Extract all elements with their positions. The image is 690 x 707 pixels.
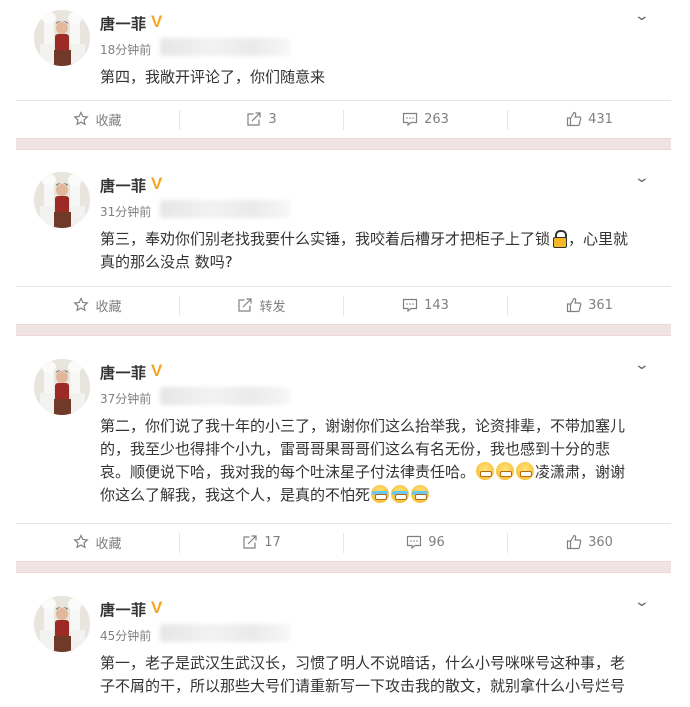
blurred-source xyxy=(160,38,290,56)
comment-icon xyxy=(402,112,418,127)
grin-emoji-icon xyxy=(476,462,495,480)
verified-icon: V xyxy=(151,361,163,380)
verified-icon: V xyxy=(151,598,163,617)
share-icon xyxy=(247,112,261,126)
mention-link[interactable]: 凌潇肃，谢谢 xyxy=(535,463,625,481)
laugh-cry-emoji-icon xyxy=(371,485,390,503)
avatar[interactable] xyxy=(34,596,90,652)
post-1: 唐一菲 V 18分钟前 ⌄ 第四，我敞开评论了，你们随意来 收藏 3 263 4… xyxy=(0,0,690,150)
verified-icon: V xyxy=(151,174,163,193)
post-text: 第一，老子是武汉生武汉长，习惯了明人不说暗话，什么小号咪咪号这种事，老 子不屑的… xyxy=(100,652,660,698)
star-icon xyxy=(73,534,90,549)
avatar[interactable] xyxy=(34,10,90,66)
text-segment: 第三，奉劝你们别老找我要什么实锤，我咬着后槽牙才把柜子上了锁 xyxy=(100,230,551,248)
verified-icon: V xyxy=(151,12,163,31)
post-2: 唐一菲 V 31分钟前 ⌄ 第三，奉劝你们别老找我要什么实锤，我咬着后槽牙才把柜… xyxy=(0,162,690,322)
author-name[interactable]: 唐一菲 xyxy=(100,175,147,196)
favorite-button[interactable]: 收藏 xyxy=(16,287,179,323)
like-count: 360 xyxy=(588,534,613,550)
favorite-label: 收藏 xyxy=(95,113,122,129)
author-name[interactable]: 唐一菲 xyxy=(100,362,147,383)
post-text: 第二，你们说了我十年的小三了，谢谢你们这么抬举我，论资排辈，不带加塞儿 的，我至… xyxy=(100,415,660,507)
avatar[interactable] xyxy=(34,172,90,228)
like-button[interactable]: 360 xyxy=(508,524,671,560)
share-icon xyxy=(243,535,257,549)
grin-emoji-icon xyxy=(496,462,515,480)
text-segment: ，心里就 xyxy=(568,230,629,248)
avatar-image xyxy=(34,172,90,228)
lock-emoji-icon xyxy=(552,230,568,248)
comment-button[interactable]: 96 xyxy=(344,524,507,560)
post-text: 第三，奉劝你们别老找我要什么实锤，我咬着后槽牙才把柜子上了锁 ，心里就 真的那么没… xyxy=(100,228,660,274)
laugh-cry-emoji-icon xyxy=(391,485,410,503)
thumbs-up-icon xyxy=(566,534,582,550)
chevron-down-icon[interactable]: ⌄ xyxy=(634,8,650,24)
favorite-button[interactable]: 收藏 xyxy=(16,524,179,560)
like-button[interactable]: 431 xyxy=(508,101,671,137)
post-time[interactable]: 18分钟前 xyxy=(100,41,151,58)
comment-button[interactable]: 263 xyxy=(344,101,507,137)
post-separator xyxy=(16,324,671,336)
repost-label: 转发 xyxy=(259,299,286,315)
chevron-down-icon[interactable]: ⌄ xyxy=(634,594,650,610)
post-text-line: 第一，老子是武汉生武汉长，习惯了明人不说暗话，什么小号咪咪号这种事，老 xyxy=(100,654,626,672)
post-separator xyxy=(16,561,671,573)
avatar-image xyxy=(34,596,90,652)
post-text: 第四，我敞开评论了，你们随意来 xyxy=(100,66,660,89)
comment-icon xyxy=(407,535,422,550)
star-icon xyxy=(73,297,90,312)
share-icon xyxy=(238,298,253,312)
repost-button[interactable]: 17 xyxy=(180,524,343,560)
chevron-down-icon[interactable]: ⌄ xyxy=(634,170,650,186)
text-segment: 哀。顺便说下哈，我对我的每个吐沫星子付法律责任哈。 xyxy=(100,463,476,481)
post-text-line: 第四，我敞开评论了，你们随意来 xyxy=(100,68,326,86)
post-text-line: 真的那么没点 数吗? xyxy=(100,253,233,271)
post-text-line: 的，我至少也得排个小九，雷哥哥果哥哥们这么有名无份，我也感到十分的悲 xyxy=(100,440,611,458)
comment-icon xyxy=(402,298,418,313)
like-button[interactable]: 361 xyxy=(508,287,671,323)
repost-button[interactable]: 3 xyxy=(180,101,343,137)
blurred-source xyxy=(160,624,290,642)
post-3: 唐一菲 V 37分钟前 ⌄ 第二，你们说了我十年的小三了，谢谢你们这么抬举我，论… xyxy=(0,349,690,559)
like-count: 361 xyxy=(588,297,613,313)
comment-count: 96 xyxy=(428,534,445,550)
author-name[interactable]: 唐一菲 xyxy=(100,599,147,620)
avatar[interactable] xyxy=(34,359,90,415)
action-bar: 收藏 转发 143 361 xyxy=(16,286,671,323)
post-time[interactable]: 45分钟前 xyxy=(100,627,151,644)
author-name[interactable]: 唐一菲 xyxy=(100,13,147,34)
favorite-label: 收藏 xyxy=(95,536,122,552)
laugh-cry-emoji-icon xyxy=(411,485,430,503)
chevron-down-icon[interactable]: ⌄ xyxy=(634,357,650,373)
favorite-label: 收藏 xyxy=(95,299,122,315)
post-text-line: 你这么了解我，我这个人，是真的不怕死 xyxy=(100,484,660,507)
avatar-image xyxy=(34,359,90,415)
avatar-image xyxy=(34,10,90,66)
comment-count: 143 xyxy=(424,297,449,313)
comment-count: 263 xyxy=(424,111,449,127)
text-segment: 你这么了解我，我这个人，是真的不怕死 xyxy=(100,486,371,504)
thumbs-up-icon xyxy=(566,297,582,313)
grin-emoji-icon xyxy=(516,462,535,480)
action-bar: 收藏 3 263 431 xyxy=(16,100,671,137)
post-text-line: 第二，你们说了我十年的小三了，谢谢你们这么抬举我，论资排辈，不带加塞儿 xyxy=(100,417,626,435)
repost-count: 3 xyxy=(268,111,277,127)
star-icon xyxy=(73,111,90,126)
comment-button[interactable]: 143 xyxy=(344,287,507,323)
blurred-source xyxy=(160,387,290,405)
like-count: 431 xyxy=(588,111,613,127)
repost-count: 17 xyxy=(264,534,281,550)
favorite-button[interactable]: 收藏 xyxy=(16,101,179,137)
post-time[interactable]: 37分钟前 xyxy=(100,390,151,407)
thumbs-up-icon xyxy=(566,111,582,127)
post-text-line: 第三，奉劝你们别老找我要什么实锤，我咬着后槽牙才把柜子上了锁 ，心里就 xyxy=(100,228,660,251)
post-separator xyxy=(16,138,671,150)
post-4: 唐一菲 V 45分钟前 ⌄ 第一，老子是武汉生武汉长，习惯了明人不说暗话，什么小… xyxy=(0,586,690,707)
post-text-line: 子不屑的干，所以那些大号们请重新写一下攻击我的散文，就别拿什么小号烂号 xyxy=(100,677,626,695)
post-text-line: 哀。顺便说下哈，我对我的每个吐沫星子付法律责任哈。 凌潇肃，谢谢 xyxy=(100,461,660,484)
repost-button[interactable]: 转发 xyxy=(180,287,343,323)
post-time[interactable]: 31分钟前 xyxy=(100,203,151,220)
action-bar: 收藏 17 96 360 xyxy=(16,523,671,560)
blurred-source xyxy=(160,200,290,218)
